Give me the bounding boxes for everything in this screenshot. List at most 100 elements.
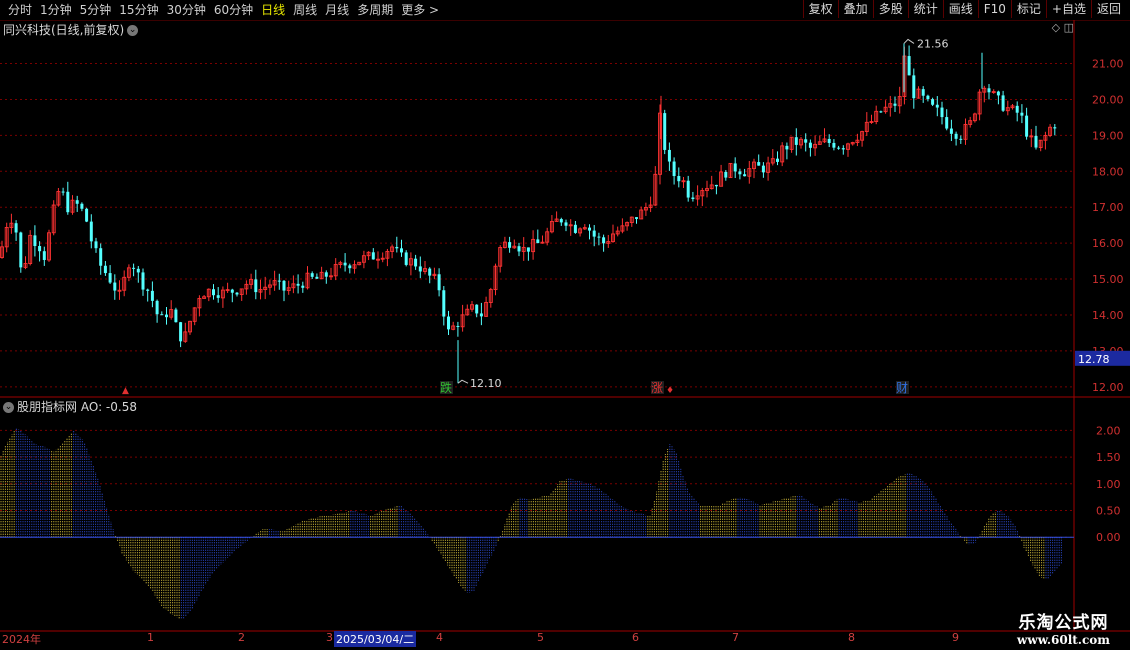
candle-body-down: [841, 148, 845, 150]
candle-body-down: [761, 165, 765, 173]
candle-body-down: [536, 239, 540, 244]
x-axis-label: 3: [326, 631, 333, 644]
candle-body-down: [1020, 112, 1024, 116]
watermark: 乐淘公式网 www.60lt.com: [1017, 608, 1110, 647]
x-axis-label: 9: [952, 631, 959, 644]
candle-body-down: [564, 222, 568, 226]
candle-body-down: [315, 276, 319, 279]
candle-body-down: [588, 227, 591, 231]
y-tick-label: 20.00: [1092, 93, 1124, 106]
y-tick-label: 17.00: [1092, 201, 1124, 214]
chart-canvas[interactable]: 12.0013.0014.0015.0016.0017.0018.0019.00…: [0, 0, 1130, 650]
x-axis-label: 8: [848, 631, 855, 644]
candle-body-down: [785, 145, 789, 150]
candle-body-down: [141, 272, 145, 290]
candle-body-down: [400, 248, 403, 253]
candle-body-down: [921, 89, 925, 96]
candle-body-down: [517, 246, 521, 252]
candle-body-down: [691, 197, 695, 199]
candle-body-down: [136, 268, 140, 273]
candle-body-down: [635, 217, 638, 219]
candle-body-down: [66, 191, 70, 213]
candle-body-down: [348, 265, 352, 269]
small-marker-icon: ▲: [122, 386, 129, 396]
x-axis-label: 2025/03/04/二: [334, 631, 417, 647]
y-tick-label: 18.00: [1092, 165, 1124, 178]
candle-body-down: [926, 95, 930, 100]
candle-body-down: [1025, 115, 1029, 137]
y-tick-label: 21.00: [1092, 58, 1124, 71]
candle-body-down: [1001, 95, 1005, 111]
candle-body-down: [879, 111, 883, 113]
y-tick-label: 1.00: [1096, 478, 1121, 491]
y-tick-label: 2.00: [1096, 424, 1121, 437]
candle-body-down: [85, 208, 89, 222]
candle-body-down: [418, 266, 422, 272]
candle-body-down: [103, 265, 107, 274]
candle-body-down: [940, 107, 944, 118]
x-axis-label: 5: [537, 631, 544, 644]
candle-body-down: [508, 242, 512, 248]
y-tick-label: 0.50: [1096, 504, 1121, 517]
event-marker: 财: [896, 381, 908, 395]
candle-body-down: [987, 88, 991, 93]
candle-body-down: [296, 283, 300, 286]
x-axis-label: 2024年: [2, 633, 41, 646]
candle-body-down: [108, 273, 112, 283]
candle-body-down: [757, 162, 761, 166]
candle-body-down: [277, 280, 281, 282]
candle-body-down: [893, 103, 897, 106]
candle-body-down: [1053, 127, 1057, 129]
candle-body-down: [808, 142, 812, 148]
candle-body-down: [686, 180, 690, 198]
candle-body-down: [113, 282, 117, 291]
candle-body-down: [672, 161, 676, 177]
candle-body-down: [282, 280, 286, 291]
candle-body-down: [42, 251, 46, 260]
y-tick-label: 12.00: [1092, 381, 1124, 394]
x-axis-label: 1: [147, 631, 154, 644]
candle-body-down: [949, 128, 953, 134]
candle-body-down: [19, 232, 23, 268]
y-tick-label: 19.00: [1092, 129, 1124, 142]
candle-body-down: [479, 313, 483, 317]
candle-body-down: [954, 133, 958, 139]
candle-body-down: [827, 138, 831, 143]
candle-body-down: [324, 272, 328, 277]
candle-body-down: [33, 235, 37, 247]
candle-body-down: [442, 290, 446, 317]
low-marker: [457, 379, 469, 384]
y-tick-label: 15.00: [1092, 273, 1124, 286]
candle-body-down: [733, 163, 737, 172]
high-marker: [903, 38, 915, 44]
candle-body-down: [663, 113, 667, 150]
candle-body-down: [89, 221, 93, 242]
candle-body-down: [935, 104, 939, 108]
watermark-line1: 乐淘公式网: [1018, 613, 1109, 633]
candle-body-down: [447, 316, 450, 330]
candle-body-down: [667, 149, 671, 162]
candle-body-down: [597, 236, 601, 238]
candle-body-down: [1015, 105, 1019, 113]
candle-body-down: [907, 56, 911, 76]
candle-body-down: [837, 147, 841, 149]
candle-body-down: [428, 268, 432, 276]
candle-body-down: [216, 295, 220, 298]
candle-body-down: [174, 309, 178, 323]
watermark-line2: www.60lt.com: [1017, 633, 1110, 647]
candle-body-down: [75, 200, 79, 204]
candle-body-down: [301, 285, 305, 288]
high-price-label: 21.56: [917, 37, 949, 50]
event-marker: 涨: [651, 380, 663, 395]
event-marker: 跌: [440, 380, 452, 395]
candle-body-down: [573, 224, 577, 233]
candle-body-down: [437, 274, 441, 291]
candle-body-down: [14, 223, 18, 233]
y-tick-label: 14.00: [1092, 309, 1124, 322]
candle-body-down: [414, 258, 418, 267]
candle-body-down: [677, 176, 681, 182]
candle-body-down: [804, 139, 808, 143]
candle-body-down: [179, 322, 183, 342]
candle-body-down: [776, 158, 779, 162]
y-tick-label: 1.50: [1096, 451, 1121, 464]
